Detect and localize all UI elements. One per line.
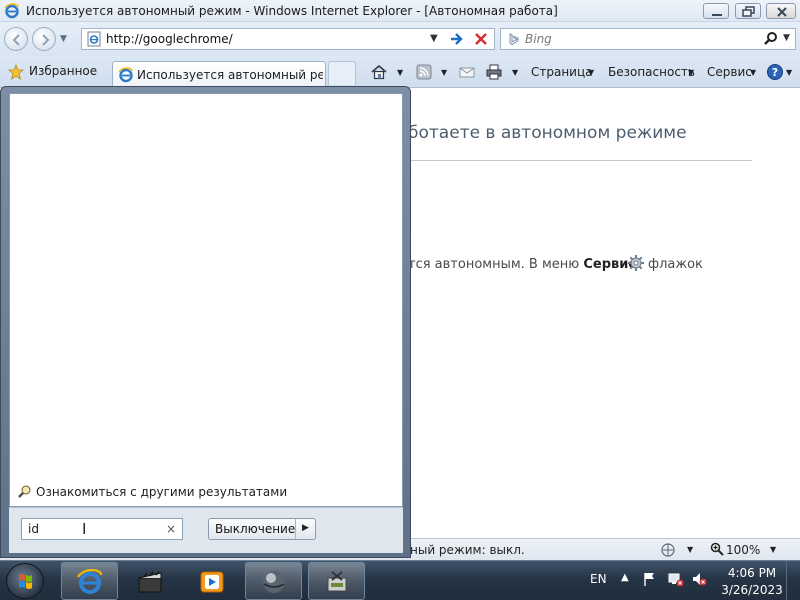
new-tab-button[interactable]	[328, 61, 356, 85]
search-more-icon	[18, 485, 31, 498]
tools-dropdown-icon[interactable]: ▼	[750, 68, 756, 77]
print-icon[interactable]	[485, 63, 503, 81]
favorites-star-icon	[8, 64, 24, 80]
maximize-button[interactable]	[735, 3, 761, 19]
read-mail-icon[interactable]	[458, 63, 476, 81]
safety-dropdown-icon[interactable]: ▼	[688, 68, 694, 77]
favorites-bar: Избранное Используется автономный реж...…	[0, 56, 800, 88]
language-indicator[interactable]: EN	[590, 572, 607, 586]
see-more-results-label: Ознакомиться с другими результатами	[36, 485, 288, 499]
help-icon[interactable]: ?	[766, 63, 784, 81]
print-dropdown-icon[interactable]: ▼	[512, 68, 518, 77]
page-dropdown-icon[interactable]: ▼	[588, 68, 594, 77]
start-menu: Ознакомиться с другими результатами id I…	[0, 86, 411, 558]
taskbar-media-center[interactable]	[121, 562, 178, 600]
url-dropdown-icon[interactable]: ▼	[430, 33, 438, 44]
title-bar[interactable]: Используется автономный режим - Windows …	[0, 0, 800, 22]
favorites-button[interactable]: Избранное	[29, 64, 97, 78]
taskbar-installer-app[interactable]	[308, 562, 365, 600]
go-arrow-icon[interactable]	[448, 30, 466, 48]
search-field[interactable]: Bing ▼	[500, 28, 796, 50]
text-cursor-icon: I	[82, 520, 87, 538]
recent-pages-dropdown-icon[interactable]: ▼	[60, 34, 67, 44]
offline-message-start: тся автономным. В меню	[408, 257, 580, 272]
svg-text:?: ?	[772, 66, 778, 79]
protected-mode-dropdown-icon[interactable]: ▼	[687, 545, 693, 554]
taskbar-sphere-app[interactable]	[245, 562, 302, 600]
search-options-dropdown-icon[interactable]: ▼	[783, 33, 790, 43]
sphere-icon	[263, 571, 285, 593]
zoom-icon[interactable]	[710, 542, 724, 556]
feeds-icon[interactable]	[415, 63, 433, 81]
search-results-pane	[9, 93, 403, 507]
network-error-icon[interactable]	[668, 571, 684, 587]
media-player-icon	[200, 571, 224, 593]
offline-message: тся автономным. В меню Сервис	[408, 257, 636, 272]
close-icon	[777, 7, 787, 17]
back-arrow-icon	[12, 34, 20, 46]
safety-menu[interactable]: Безопасность	[608, 65, 695, 79]
back-button[interactable]	[4, 27, 28, 51]
installer-icon	[327, 571, 347, 592]
help-dropdown-icon[interactable]: ▼	[786, 68, 792, 77]
divider	[404, 160, 752, 161]
taskbar: EN ▲ 4:06 PM 3/26/2023	[0, 560, 800, 600]
film-clapper-icon	[138, 571, 162, 593]
tools-menu[interactable]: Сервис	[707, 65, 752, 79]
shutdown-separator	[295, 519, 296, 539]
window-title: Используется автономный режим - Windows …	[26, 4, 558, 18]
restore-icon	[742, 6, 755, 17]
start-search-area: id I × Выключение ▶	[9, 507, 403, 553]
offline-heading: ботаете в автономном режиме	[408, 123, 687, 143]
url-field[interactable]: http://googlechrome/ ▼	[81, 28, 495, 50]
stop-icon[interactable]	[472, 30, 490, 48]
show-desktop-button[interactable]	[786, 561, 800, 600]
address-bar: ▼ http://googlechrome/ ▼ Bing ▼	[0, 22, 800, 56]
zoom-dropdown-icon[interactable]: ▼	[770, 545, 776, 554]
close-button[interactable]	[766, 3, 796, 19]
taskbar-media-player[interactable]	[183, 562, 240, 600]
page-menu[interactable]: Страница	[531, 65, 593, 79]
home-icon[interactable]	[370, 63, 388, 81]
action-center-flag-icon[interactable]	[642, 571, 658, 587]
ie-taskbar-icon	[77, 569, 103, 594]
minimize-button[interactable]	[703, 3, 729, 19]
offline-message-end: флажок	[648, 257, 703, 272]
status-text: ный режим: выкл.	[410, 543, 525, 557]
clock-date[interactable]: 3/26/2023	[717, 583, 787, 597]
shutdown-label: Выключение	[215, 522, 296, 536]
tab-label: Используется автономный реж...	[137, 68, 323, 82]
shutdown-options-arrow-icon[interactable]: ▶	[302, 523, 309, 533]
show-hidden-icons-icon[interactable]: ▲	[621, 572, 629, 583]
forward-arrow-icon	[42, 34, 50, 46]
taskbar-internet-explorer[interactable]	[61, 562, 118, 600]
home-dropdown-icon[interactable]: ▼	[397, 68, 403, 77]
search-placeholder: Bing	[525, 32, 552, 46]
feeds-dropdown-icon[interactable]: ▼	[441, 68, 447, 77]
ie-tab-icon	[118, 67, 133, 83]
page-icon	[87, 31, 101, 47]
windows-logo-icon	[19, 574, 32, 589]
forward-button[interactable]	[32, 27, 56, 51]
shutdown-button[interactable]: Выключение ▶	[208, 518, 316, 540]
tab-current[interactable]: Используется автономный реж...	[112, 61, 326, 88]
gear-icon	[628, 255, 644, 271]
start-search-value: id	[28, 522, 39, 536]
clock-time[interactable]: 4:06 PM	[722, 566, 782, 580]
zoom-level[interactable]: 100%	[726, 543, 760, 557]
clear-search-icon[interactable]: ×	[166, 522, 176, 536]
start-button[interactable]	[6, 563, 44, 599]
bing-icon	[509, 33, 519, 46]
volume-muted-icon[interactable]	[691, 571, 707, 587]
minimize-icon	[712, 14, 722, 16]
url-text: http://googlechrome/	[106, 32, 233, 46]
start-search-input[interactable]: id I ×	[21, 518, 183, 540]
protected-mode-icon[interactable]	[660, 542, 676, 558]
see-more-results-link[interactable]: Ознакомиться с другими результатами	[9, 477, 403, 507]
ie-icon	[4, 3, 19, 19]
search-icon[interactable]	[763, 31, 779, 47]
